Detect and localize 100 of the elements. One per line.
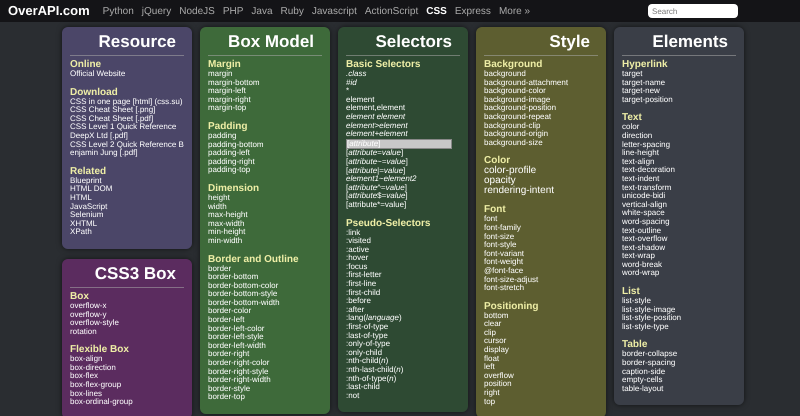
reference-link[interactable]: :lang(language) [346,314,460,324]
reference-link[interactable]: border-spacing [622,359,736,368]
reference-link[interactable]: CSS Level 1 Quick Reference DeepX Ltd [.pdf] [70,123,184,141]
reference-link[interactable]: padding-right [208,158,322,166]
reference-link[interactable]: XHTML [70,220,184,228]
reference-link[interactable]: font-size [484,232,598,242]
reference-link[interactable]: margin-bottom [208,78,322,88]
reference-link[interactable]: #id [346,78,460,88]
reference-link[interactable]: :first-line [346,280,460,289]
reference-link[interactable]: Selenium [70,211,184,220]
reference-link[interactable]: :nth-of-type(n) [346,374,460,384]
reference-link[interactable]: element>element [346,122,460,130]
reference-link[interactable]: text-indent [622,174,736,184]
search-field[interactable]: Search [648,4,738,18]
reference-link[interactable]: border-bottom-style [208,290,322,299]
reference-link[interactable]: :only-of-type [346,340,460,349]
reference-link[interactable]: letter-spacing [622,140,736,150]
reference-link[interactable]: :first-letter [346,271,460,280]
reference-link[interactable]: border-style [208,384,322,394]
reference-link[interactable]: :active [346,246,460,254]
reference-link[interactable]: unicode-bidi [622,192,736,201]
reference-link[interactable]: clear [484,320,598,329]
reference-link[interactable]: box-lines [70,390,184,398]
reference-link[interactable]: caption-side [622,368,736,376]
nav-link[interactable]: jQuery [142,4,172,18]
reference-link[interactable]: CSS Cheat Sheet [.png] [70,106,184,115]
reference-link[interactable]: :first-child [346,288,460,298]
reference-link[interactable]: opacity [484,176,598,186]
reference-link[interactable]: font [484,215,598,224]
reference-link[interactable]: target-new [622,87,736,96]
reference-link[interactable]: list-style-image [622,306,736,314]
reference-link[interactable]: min-height [208,228,322,237]
reference-link[interactable]: [attribute^=value] [346,184,460,192]
reference-link[interactable]: :not [346,392,460,400]
reference-link[interactable]: border-right-style [208,368,322,376]
site-logo[interactable]: OverAPI.com [8,1,90,21]
reference-link[interactable]: HTML [70,194,184,203]
reference-link[interactable]: border [208,264,322,274]
reference-link[interactable]: :link [346,228,460,238]
reference-link[interactable]: overflow-style [70,319,184,328]
reference-link[interactable]: box-flex-group [70,381,184,390]
nav-link[interactable]: Ruby [280,4,304,18]
reference-link[interactable]: list-style [622,297,736,306]
reference-link[interactable]: font-style [484,241,598,250]
reference-link[interactable]: border-color [208,307,322,316]
reference-link[interactable]: overflow [484,372,598,380]
reference-link[interactable]: min-width [208,236,322,246]
reference-link[interactable]: border-collapse [622,350,736,360]
nav-link[interactable]: More » [498,4,530,18]
reference-link[interactable]: background-position [484,104,598,113]
reference-link[interactable]: padding-top [208,166,322,175]
reference-link[interactable]: white-space [622,209,736,218]
reference-link[interactable]: margin-left [208,87,322,96]
reference-link[interactable]: overflow-y [70,310,184,320]
reference-link[interactable]: target-position [622,96,736,104]
reference-link[interactable]: border-bottom [208,273,322,282]
reference-link[interactable]: top [484,398,598,406]
reference-link[interactable]: border-right [208,350,322,360]
reference-link[interactable]: overflow-x [70,302,184,310]
nav-link[interactable]: Python [102,4,134,18]
reference-link[interactable]: right [484,389,598,398]
reference-link[interactable]: float [484,354,598,364]
reference-link[interactable]: XPath [70,228,184,237]
reference-link[interactable]: border-right-color [208,359,322,368]
reference-link[interactable]: padding [208,132,322,141]
reference-link[interactable]: width [208,202,322,212]
reference-link[interactable]: font-size-adjust [484,276,598,284]
reference-link[interactable]: list-style-type [622,322,736,332]
reference-link[interactable]: element1~element2 [346,175,460,184]
reference-link[interactable]: padding-left [208,149,322,158]
nav-link[interactable]: Javascript [312,4,357,18]
reference-link[interactable]: background-image [484,96,598,104]
reference-link[interactable]: background-clip [484,122,598,130]
reference-link[interactable]: [attribute=value] [346,149,460,158]
reference-link[interactable]: :nth-last-child(n) [346,366,460,375]
reference-link[interactable]: [attribute*=value] [346,200,460,210]
reference-link[interactable]: element element [346,112,460,122]
reference-link[interactable]: rendering-intent [484,186,598,196]
reference-link[interactable]: color-profile [484,166,598,176]
reference-link[interactable]: :hover [346,254,460,263]
nav-link[interactable]: CSS [426,4,447,18]
reference-link[interactable]: border-bottom-color [208,282,322,290]
reference-link[interactable]: font-stretch [484,284,598,293]
reference-link[interactable]: rotation [70,328,184,336]
reference-link[interactable]: box-direction [70,364,184,372]
reference-link[interactable]: [attribute~=value] [346,158,460,167]
reference-link[interactable]: font-family [484,224,598,233]
reference-link[interactable]: JavaScript [70,202,184,212]
reference-link[interactable]: :only-child [346,348,460,358]
reference-link[interactable]: line-height [622,149,736,158]
reference-link[interactable]: :last-of-type [346,332,460,340]
reference-link[interactable]: border-left [208,316,322,325]
reference-link[interactable]: background [484,70,598,79]
nav-link[interactable]: NodeJS [179,4,215,18]
reference-link[interactable]: margin-right [208,96,322,104]
reference-link[interactable]: border-right-width [208,376,322,385]
reference-link[interactable]: text-transform [622,184,736,192]
reference-link[interactable]: :first-of-type [346,323,460,332]
reference-link[interactable]: CSS Level 2 Quick Reference Benjamin Jung [.pdf] [70,140,184,158]
reference-link[interactable]: max-height [208,211,322,220]
